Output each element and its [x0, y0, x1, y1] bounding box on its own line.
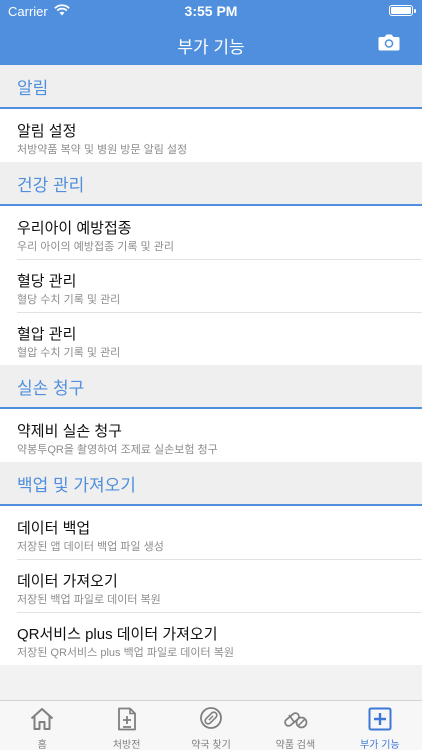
section-notifications: 알림 알림 설정 처방약품 복약 및 병원 방문 알림 설정: [0, 65, 422, 162]
item-subtitle: 저장된 백업 파일로 데이터 복원: [17, 594, 161, 606]
item-title: 우리아이 예방접종: [17, 220, 132, 237]
battery-icon: [389, 5, 416, 16]
tab-label: 홈: [37, 740, 47, 750]
list-item-data-import[interactable]: 데이터 가져오기 저장된 백업 파일로 데이터 복원: [0, 559, 422, 612]
item-subtitle: 처방약품 복약 및 병원 방문 알림 설정: [17, 144, 188, 156]
tab-home[interactable]: 홈: [0, 701, 84, 750]
tab-pharmacy-finder[interactable]: 약국 찾기: [169, 701, 253, 750]
section-header: 백업 및 가져오기: [0, 462, 422, 506]
plus-square-icon: [368, 707, 392, 731]
page-title: 부가 기능: [177, 38, 245, 57]
item-title: 혈당 관리: [17, 273, 77, 290]
section-health: 건강 관리 우리아이 예방접종 우리 아이의 예방접종 기록 및 관리 혈당 관…: [0, 162, 422, 365]
list-item-drug-cost-claim[interactable]: 약제비 실손 청구 약봉투QR을 촬영하여 조제료 실손보험 청구: [0, 409, 422, 462]
list-item-notification-settings[interactable]: 알림 설정 처방약품 복약 및 병원 방문 알림 설정: [0, 109, 422, 162]
item-subtitle: 우리 아이의 예방접종 기록 및 관리: [17, 241, 174, 253]
list-item-data-backup[interactable]: 데이터 백업 저장된 앱 데이터 백업 파일 생성: [0, 506, 422, 559]
item-subtitle: 저장된 앱 데이터 백업 파일 생성: [17, 541, 164, 553]
list-item-vaccination[interactable]: 우리아이 예방접종 우리 아이의 예방접종 기록 및 관리: [0, 206, 422, 259]
item-subtitle: 혈압 수치 기록 및 관리: [17, 347, 121, 359]
status-bar: Carrier 3:55 PM: [0, 0, 422, 22]
tab-drug-search[interactable]: 약품 검색: [253, 701, 337, 750]
feature-list: 알림 알림 설정 처방약품 복약 및 병원 방문 알림 설정 건강 관리 우리아…: [0, 65, 422, 700]
tab-bar: 홈 처방전 약국 찾기 약품 검색 부가 기능: [0, 700, 422, 750]
section-backup: 백업 및 가져오기 데이터 백업 저장된 앱 데이터 백업 파일 생성 데이터 …: [0, 462, 422, 665]
item-title: 알림 설정: [17, 123, 77, 140]
tab-prescription[interactable]: 처방전: [84, 701, 168, 750]
pill-location-icon: [200, 707, 222, 729]
section-insurance-claim: 실손 청구 약제비 실손 청구 약봉투QR을 촬영하여 조제료 실손보험 청구: [0, 365, 422, 462]
clock: 3:55 PM: [184, 3, 238, 19]
item-title: 혈압 관리: [17, 326, 77, 343]
prescription-icon: [117, 707, 136, 731]
section-header: 알림: [0, 65, 422, 109]
item-subtitle: 약봉투QR을 촬영하여 조제료 실손보험 청구: [17, 444, 218, 456]
list-item-blood-sugar[interactable]: 혈당 관리 혈당 수치 기록 및 관리: [0, 259, 422, 312]
item-title: 데이터 백업: [17, 520, 91, 537]
tab-extra-features[interactable]: 부가 기능: [338, 701, 422, 750]
tab-label: 처방전: [112, 740, 141, 750]
item-title: QR서비스 plus 데이터 가져오기: [17, 626, 218, 643]
camera-icon[interactable]: [378, 33, 400, 51]
list-item-blood-pressure[interactable]: 혈압 관리 혈압 수치 기록 및 관리: [0, 312, 422, 365]
list-item-qr-plus-import[interactable]: QR서비스 plus 데이터 가져오기 저장된 QR서비스 plus 백업 파일…: [0, 612, 422, 665]
section-header: 건강 관리: [0, 162, 422, 206]
section-header: 실손 청구: [0, 365, 422, 409]
app-header: Carrier 3:55 PM 부가 기능: [0, 0, 422, 65]
item-subtitle: 혈당 수치 기록 및 관리: [17, 294, 121, 306]
tab-label: 약국 찾기: [191, 740, 231, 750]
tab-label: 부가 기능: [360, 740, 400, 750]
tab-label: 약품 검색: [275, 740, 316, 750]
item-subtitle: 저장된 QR서비스 plus 백업 파일로 데이터 복원: [17, 647, 234, 659]
item-title: 데이터 가져오기: [17, 573, 118, 590]
home-icon: [31, 708, 54, 730]
item-title: 약제비 실손 청구: [17, 423, 122, 440]
capsule-icon: [284, 712, 308, 729]
